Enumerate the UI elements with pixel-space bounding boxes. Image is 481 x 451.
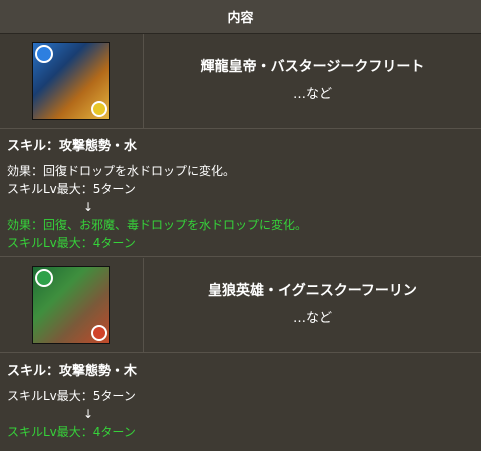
table-header: 内容 <box>0 0 481 34</box>
skill-after-effect: 効果：回復、お邪魔、毒ドロップを水ドロップに変化。 <box>7 218 308 232</box>
monster-icon-cell <box>0 258 144 352</box>
monster-name-cell: 皇狼英雄・イグニスクーフーリン …など <box>144 258 481 352</box>
water-attribute-icon <box>35 45 53 63</box>
monster-icon-cell <box>0 34 144 128</box>
skill-title: スキル：攻撃態勢・水 <box>7 139 138 154</box>
skill-after-turn: スキルLv最大：4ターン <box>7 425 136 439</box>
skill-details: スキル：攻撃態勢・木 スキルLv最大：5ターン ↓ スキルLv最大：4ターン <box>0 353 481 451</box>
skill-title: スキル：攻撃態勢・木 <box>7 364 138 379</box>
monster-name: 皇狼英雄・イグニスクーフーリン <box>208 283 417 299</box>
header-title: 内容 <box>227 11 254 26</box>
light-sub-attribute-icon <box>91 101 107 117</box>
monster-row: 皇狼英雄・イグニスクーフーリン …など <box>0 258 481 353</box>
monster-etc: …など <box>292 87 332 102</box>
monster-name-cell: 輝龍皇帝・バスタージークフリート …など <box>144 34 481 128</box>
change-arrow-icon: ↓ <box>83 407 94 421</box>
monster-name: 輝龍皇帝・バスタージークフリート <box>200 59 425 75</box>
monster-etc: …など <box>292 311 332 326</box>
skill-before-turn: スキルLv最大：5ターン <box>7 389 136 403</box>
wood-attribute-icon <box>35 269 53 287</box>
change-arrow-icon: ↓ <box>83 200 94 214</box>
skill-details: スキル：攻撃態勢・水 効果：回復ドロップを水ドロップに変化。 スキルLv最大：5… <box>0 129 481 257</box>
skill-after-turn: スキルLv最大：4ターン <box>7 236 136 250</box>
skill-before-turn: スキルLv最大：5ターン <box>7 182 136 196</box>
monster-portrait-icon[interactable] <box>32 42 110 120</box>
skill-change-table: 内容 輝龍皇帝・バスタージークフリート …など スキル：攻撃態勢・水 効果：回復… <box>0 0 481 451</box>
fire-sub-attribute-icon <box>91 325 107 341</box>
skill-before-effect: 効果：回復ドロップを水ドロップに変化。 <box>7 164 236 178</box>
monster-row: 輝龍皇帝・バスタージークフリート …など <box>0 34 481 129</box>
monster-portrait-icon[interactable] <box>32 266 110 344</box>
